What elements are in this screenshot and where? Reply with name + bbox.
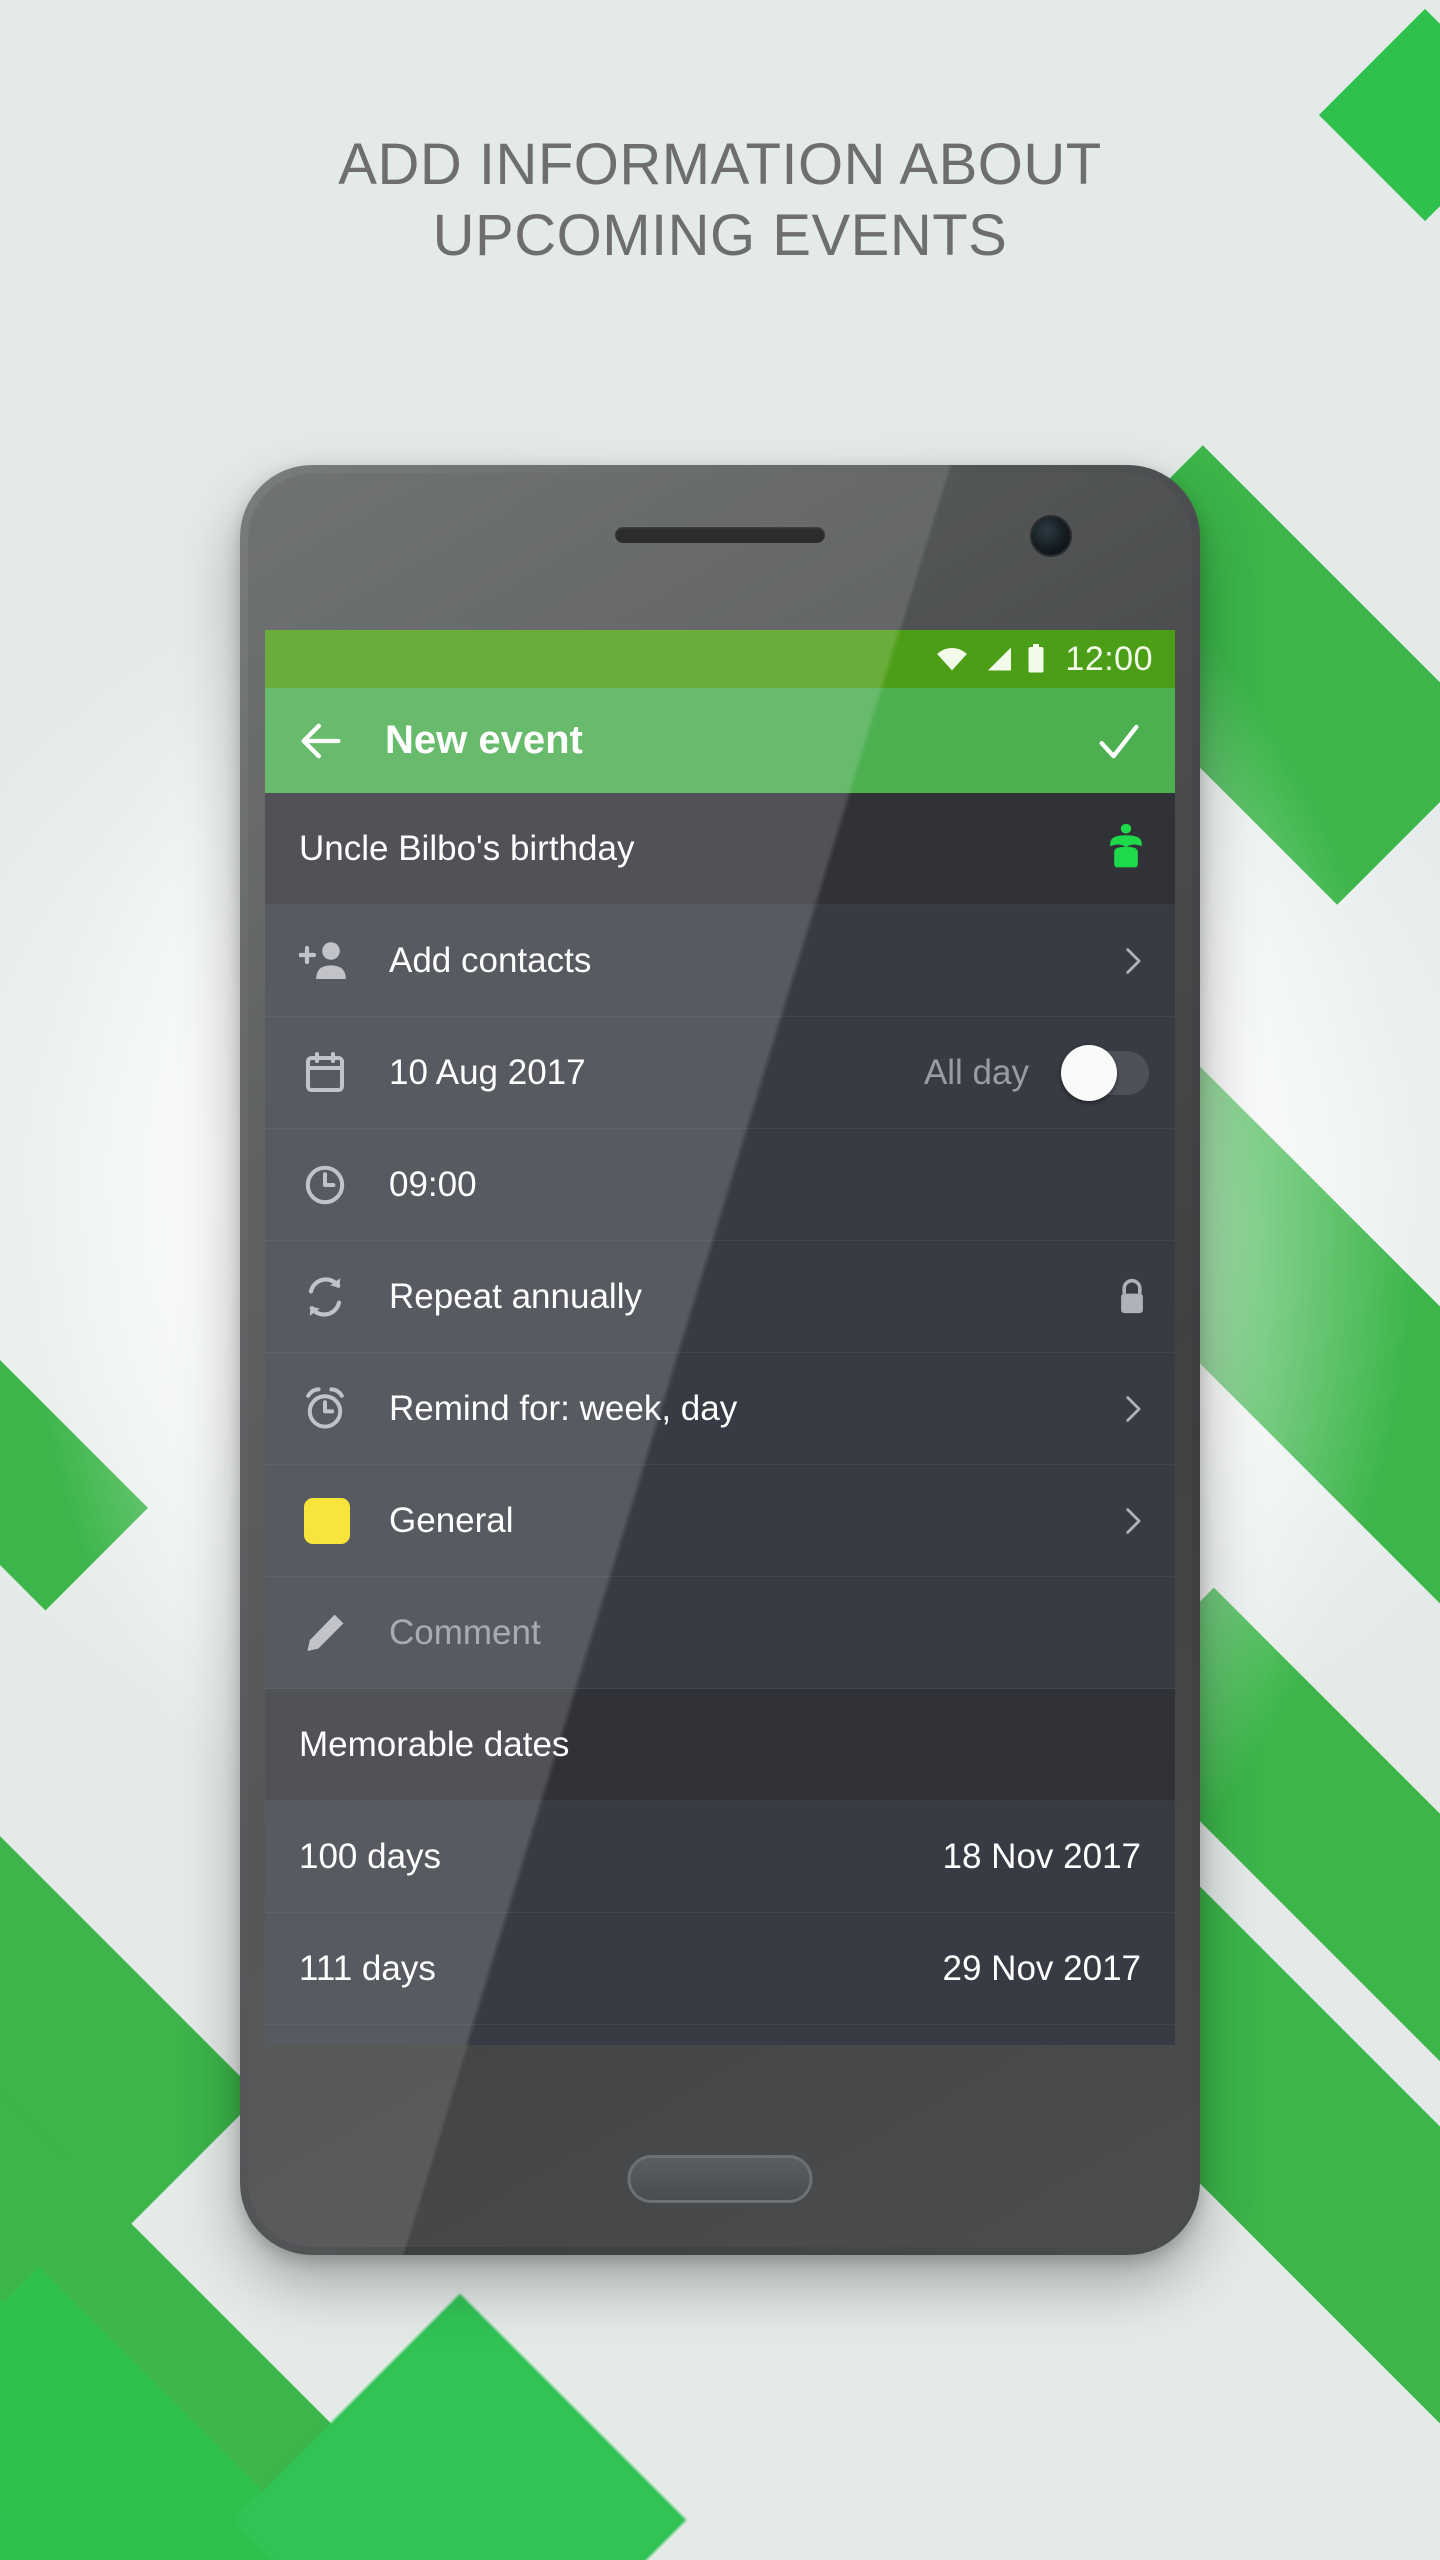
field-label-category: General: [389, 1500, 514, 1540]
repeat-icon: [299, 1271, 351, 1323]
memorable-date-row[interactable]: 123 days 11 Dec 2017: [265, 2025, 1175, 2045]
event-title-text: Uncle Bilbo's birthday: [299, 828, 635, 868]
field-label-repeat: Repeat annually: [389, 1276, 642, 1316]
category-color-chip: [299, 1495, 351, 1547]
field-label-reminder: Remind for: week, day: [389, 1388, 738, 1428]
field-category[interactable]: General: [265, 1465, 1175, 1577]
field-date[interactable]: 10 Aug 2017 All day: [265, 1017, 1175, 1129]
battery-icon: [1027, 644, 1045, 674]
field-label-add-contacts: Add contacts: [389, 940, 592, 980]
app-bar-title: New event: [385, 718, 583, 762]
field-repeat[interactable]: Repeat annually: [265, 1241, 1175, 1353]
calendar-icon: [299, 1047, 351, 1099]
memorable-days: 111 days: [299, 1948, 436, 1988]
phone-screen: 12:00 New event Uncle Bilbo's birthday A…: [265, 630, 1175, 2045]
event-form: Uncle Bilbo's birthday Add contacts 10 A…: [265, 793, 1175, 2045]
signal-icon: [983, 646, 1013, 672]
field-add-contacts[interactable]: Add contacts: [265, 905, 1175, 1017]
field-time[interactable]: 09:00: [265, 1129, 1175, 1241]
chevron-right-icon[interactable]: [1115, 1392, 1149, 1426]
memorable-date-row[interactable]: 100 days 18 Nov 2017: [265, 1801, 1175, 1913]
phone-mockup: 12:00 New event Uncle Bilbo's birthday A…: [240, 465, 1200, 2255]
check-icon[interactable]: [1093, 715, 1145, 767]
page-title: ADD INFORMATION ABOUT UPCOMING EVENTS: [0, 130, 1440, 272]
arrow-left-icon[interactable]: [295, 715, 347, 767]
memorable-date-row[interactable]: 111 days 29 Nov 2017: [265, 1913, 1175, 2025]
field-comment[interactable]: Comment: [265, 1577, 1175, 1689]
clock-icon: [299, 1159, 351, 1211]
phone-home-button[interactable]: [627, 2155, 813, 2203]
chevron-right-icon[interactable]: [1115, 944, 1149, 978]
memorable-dates-header: Memorable dates: [265, 1689, 1175, 1801]
status-bar: 12:00: [265, 630, 1175, 688]
birthday-cake-icon: [1103, 822, 1149, 875]
field-label-date: 10 Aug 2017: [389, 1052, 586, 1092]
phone-earpiece: [615, 527, 825, 543]
event-title-row[interactable]: Uncle Bilbo's birthday: [265, 793, 1175, 905]
all-day-toggle[interactable]: [1061, 1044, 1149, 1101]
memorable-date: 18 Nov 2017: [942, 1836, 1141, 1876]
lock-icon: [1115, 1276, 1149, 1318]
wifi-icon: [935, 646, 969, 672]
person-add-icon: [299, 935, 351, 987]
decorative-ribbon-left-1: [0, 1274, 148, 1611]
field-label-time: 09:00: [389, 1164, 477, 1204]
status-bar-clock: 12:00: [1065, 639, 1153, 678]
memorable-days: 100 days: [299, 1836, 442, 1876]
field-label-comment: Comment: [389, 1612, 541, 1652]
memorable-date: 29 Nov 2017: [942, 1948, 1141, 1988]
pencil-icon: [299, 1607, 351, 1659]
toggle-knob: [1061, 1044, 1117, 1101]
chevron-right-icon[interactable]: [1115, 1504, 1149, 1538]
page-title-line-2: UPCOMING EVENTS: [432, 202, 1008, 268]
alarm-icon: [299, 1383, 351, 1435]
color-swatch: [303, 1497, 350, 1544]
page-title-line-1: ADD INFORMATION ABOUT: [338, 132, 1102, 197]
all-day-label: All day: [923, 1052, 1029, 1092]
field-reminder[interactable]: Remind for: week, day: [265, 1353, 1175, 1465]
app-bar: New event: [265, 688, 1175, 793]
phone-front-camera: [1030, 515, 1072, 557]
